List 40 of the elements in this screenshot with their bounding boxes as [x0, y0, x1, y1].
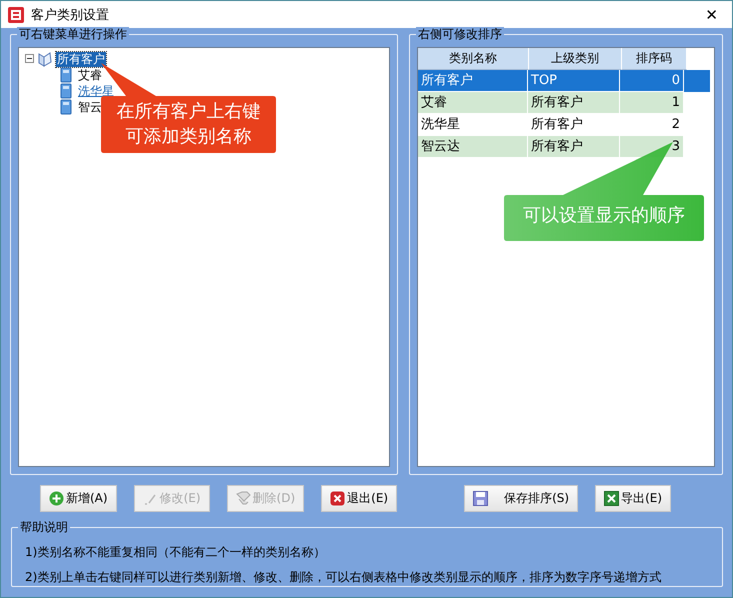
save-button[interactable]: 保存排序(S): [464, 484, 578, 512]
table-cell: TOP: [528, 70, 620, 92]
help-text: 1)类别名称不能重复相同（不能有二个一样的类别名称）: [25, 544, 326, 561]
table-row[interactable]: 智云达 所有客户 3: [418, 136, 714, 158]
column-header[interactable]: 上级类别: [529, 48, 622, 70]
column-header[interactable]: 类别名称: [418, 48, 529, 70]
table-cell: 0: [620, 70, 684, 92]
help-text: 2)类别上单击右键同样可以进行类别新增、修改、删除，可以右侧表格中修改类别显示的顺序，排序为数字序号递增方式: [25, 569, 662, 586]
callout-text: 在所有客户上右键: [116, 100, 260, 124]
table-row[interactable]: 艾睿 所有客户 1: [418, 92, 714, 114]
table-row[interactable]: 所有客户 TOP 0: [418, 70, 714, 92]
table-cell: 所有客户: [528, 136, 620, 158]
add-button[interactable]: 新增(A): [40, 484, 117, 512]
table-cell: 艾睿: [418, 92, 528, 114]
panel-title: 可右键菜单进行操作: [17, 27, 129, 42]
window-title: 客户类别设置: [31, 6, 110, 24]
callout-text: 可添加类别名称: [126, 125, 252, 149]
close-icon: [330, 490, 346, 506]
book-icon: [37, 51, 53, 67]
eraser-icon: [236, 490, 251, 506]
close-button[interactable]: ✕: [697, 6, 726, 24]
plus-icon: [49, 490, 64, 506]
tree-item[interactable]: 所有客户: [56, 52, 106, 66]
callout-text: 可以设置显示的顺序: [523, 204, 685, 228]
tree-item[interactable]: 洗华星: [77, 84, 115, 98]
table-cell: 所有客户: [418, 70, 528, 92]
export-button[interactable]: 导出(E): [595, 484, 672, 512]
tree-item[interactable]: 艾睿: [77, 68, 103, 82]
panel-title: 帮助说明: [18, 520, 70, 535]
app-icon: [7, 6, 25, 24]
exit-button[interactable]: 退出(E): [321, 484, 398, 512]
floppy-icon: [473, 490, 488, 506]
spreadsheet-icon: [604, 490, 620, 506]
panel-title: 右侧可修改排序: [416, 27, 504, 42]
table-cell: 1: [620, 92, 684, 114]
table-cell: 智云达: [418, 136, 528, 158]
collapse-toggle[interactable]: [25, 52, 34, 66]
table-cell: 所有客户: [528, 92, 620, 114]
tree-item[interactable]: 智云: [77, 100, 103, 114]
column-header[interactable]: 排序码: [622, 48, 687, 70]
